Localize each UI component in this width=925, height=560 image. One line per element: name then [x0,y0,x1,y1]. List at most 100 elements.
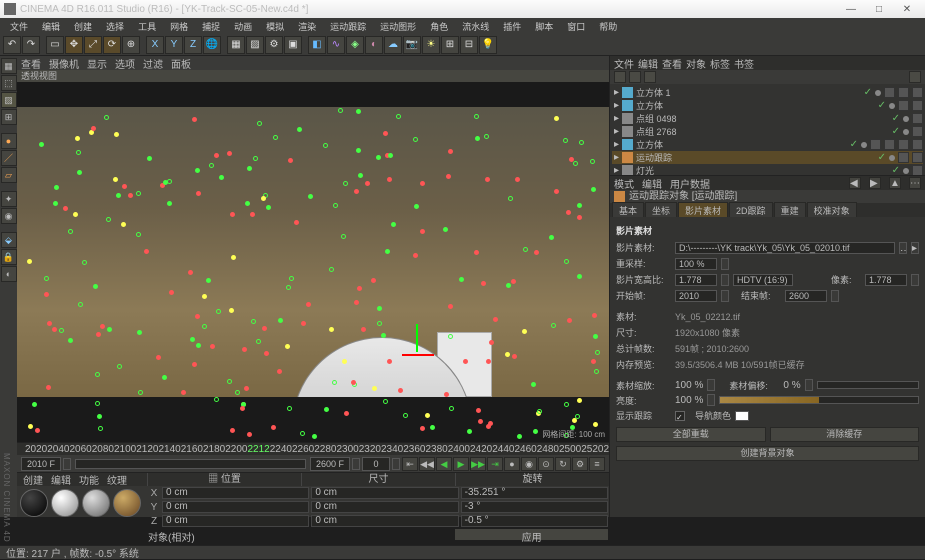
object-tree-row[interactable]: ▸立方体✓ [612,99,923,112]
aspect-input[interactable]: 1.778 [675,274,717,286]
object-tag[interactable] [912,126,923,137]
viewport-solo-button[interactable]: ◉ [1,208,17,224]
menu-button[interactable]: ⋯ [909,177,921,189]
object-tree-row[interactable]: ▸运动跟踪✓ [612,151,923,164]
environment-button[interactable]: ☁ [384,36,402,54]
redo-button[interactable]: ↷ [22,36,40,54]
timeline-slider[interactable] [75,459,306,469]
spline-button[interactable]: ∿ [327,36,345,54]
spin-button[interactable] [392,458,400,470]
end-frame-input[interactable]: 2600 F [310,457,350,471]
clear-button[interactable]: ▸ [911,242,919,254]
menu-item[interactable]: 工具 [132,20,162,33]
snap-button[interactable]: ⬙ [1,232,17,248]
attribute-tab[interactable]: 校准对象 [807,202,857,219]
pos-input[interactable]: 0 cm [162,501,309,513]
spin-button[interactable] [831,290,839,302]
lightbulb-button[interactable]: 💡 [479,36,497,54]
start-frame-input[interactable]: 2010 [675,290,717,302]
object-tag[interactable] [912,100,923,111]
camera-button[interactable]: 📷 [403,36,421,54]
brightness-input[interactable]: 100 % [675,395,703,406]
spin-button[interactable] [721,258,729,270]
axis-gizmo[interactable] [402,342,432,372]
filter-icon[interactable] [629,71,641,83]
object-manager-tab[interactable]: 对象 [686,56,706,71]
object-tree-row[interactable]: ▸灯光✓ [612,164,923,175]
pos-input[interactable]: 0 cm [162,487,309,499]
viewport-menu-item[interactable]: 摄像机 [49,56,79,71]
menu-item[interactable]: 网格 [164,20,194,33]
transport-button[interactable]: ● [504,457,520,471]
menu-item[interactable]: 模拟 [260,20,290,33]
offset-input[interactable]: 0 % [783,380,800,391]
object-tag[interactable] [884,139,895,150]
menu-item[interactable]: 脚本 [529,20,559,33]
axis-z-button[interactable]: Z [184,36,202,54]
transport-button[interactable]: ◉ [521,457,537,471]
size-input[interactable]: 0 cm [311,487,458,499]
axis-x-button[interactable]: X [146,36,164,54]
scale-input[interactable]: 100 % [675,380,703,391]
object-tree-row[interactable]: ▸立方体 1✓ [612,86,923,99]
timeline-ruler[interactable]: 2020204020602080210021202140216021802200… [17,443,609,455]
attribute-tab[interactable]: 坐标 [645,202,677,219]
picture-viewer-button[interactable]: ▣ [284,36,302,54]
object-manager-tab[interactable]: 标签 [710,56,730,71]
brightness-slider[interactable] [719,396,919,404]
show-track-checkbox[interactable] [675,411,685,421]
menu-item[interactable]: 渲染 [292,20,322,33]
menu-item[interactable]: 帮助 [593,20,623,33]
end-frame-input[interactable]: 2600 [785,290,827,302]
attr-tab-mode[interactable]: 模式 [614,176,634,191]
workplane-button[interactable]: ⊞ [1,109,17,125]
material-slot[interactable] [20,489,48,517]
spin-button[interactable] [352,458,360,470]
object-manager-tab[interactable]: 查看 [662,56,682,71]
material-tab[interactable]: 纹理 [107,472,127,487]
object-tree-row[interactable]: ▸点组 2768✓ [612,125,923,138]
coord-apply-button[interactable]: 应用 [455,529,608,540]
transport-button[interactable]: ▶▶ [470,457,486,471]
move-tool[interactable]: ✥ [65,36,83,54]
transport-button[interactable]: ▶ [453,457,469,471]
render-settings-button[interactable]: ⚙ [265,36,283,54]
object-mode-button[interactable]: ⬚ [1,75,17,91]
render-region-button[interactable]: ▨ [246,36,264,54]
menu-item[interactable]: 选择 [100,20,130,33]
object-tag[interactable] [912,139,923,150]
prev-button[interactable]: ◀ [849,177,861,189]
transport-button[interactable]: ≡ [589,457,605,471]
transport-button[interactable]: ↻ [555,457,571,471]
menu-item[interactable]: 编辑 [36,20,66,33]
aspect-preset-select[interactable]: HDTV (16:9) [733,274,793,286]
object-tag[interactable] [898,139,909,150]
polygon-mode-button[interactable]: ▱ [1,167,17,183]
offset-slider[interactable] [817,381,919,389]
transport-button[interactable]: ⇥ [487,457,503,471]
object-manager-tab[interactable]: 文件 [614,56,634,71]
eye-icon[interactable] [909,71,921,83]
object-tag[interactable] [912,152,923,163]
transport-button[interactable]: ◀◀ [419,457,435,471]
coord-system-button[interactable]: 🌐 [203,36,221,54]
start-frame-input[interactable]: 2010 F [21,457,61,471]
up-button[interactable]: ▲ [889,177,901,189]
model-mode-button[interactable]: ▦ [1,58,17,74]
spin-button[interactable] [707,379,715,391]
object-tag[interactable] [912,165,923,175]
viewport-menu-item[interactable]: 查看 [21,56,41,71]
object-tag[interactable] [912,87,923,98]
view-icon[interactable] [644,71,656,83]
object-tag[interactable] [898,152,909,163]
size-input[interactable]: 0 cm [311,515,458,527]
pixel-input[interactable]: 1.778 [865,274,907,286]
menu-item[interactable]: 文件 [4,20,34,33]
coord-mode-select[interactable]: 对象(相对) [148,529,453,540]
select-tool[interactable]: ▭ [46,36,64,54]
minimize-button[interactable]: — [837,1,865,17]
material-tab[interactable]: 创建 [23,472,43,487]
spin-button[interactable] [911,274,919,286]
attribute-tab[interactable]: 2D跟踪 [729,202,773,219]
current-frame-input[interactable]: 0 [362,457,390,471]
